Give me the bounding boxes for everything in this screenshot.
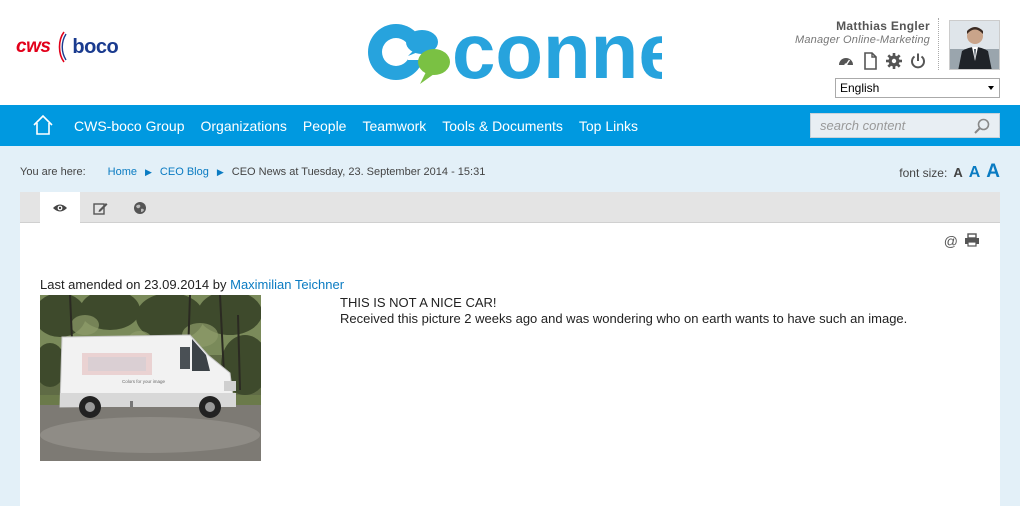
connect-logo-text: connect [452,7,662,92]
avatar[interactable] [949,20,1000,70]
breadcrumb: You are here: Home ▶ CEO Blog ▶ CEO News… [20,166,485,178]
author-link[interactable]: Maximilian Teichner [230,277,344,292]
nav-items: CWS-boco Group Organizations People Team… [74,105,638,146]
article-tools: @ [944,233,980,250]
font-size-medium-button[interactable]: A [969,164,981,182]
amended-prefix: Last amended on 23.09.2014 by [40,277,227,292]
nav-item-tools-documents[interactable]: Tools & Documents [442,118,563,134]
nav-item-cws-boco-group[interactable]: CWS-boco Group [74,118,184,134]
cws-boco-logo[interactable]: cws boco [16,30,119,64]
language-selected: English [840,81,880,95]
main-nav: CWS-boco Group Organizations People Team… [0,105,1020,146]
cws-logo-text: cws [16,36,51,57]
last-amended: Last amended on 23.09.2014 by Maximilian… [40,277,344,292]
tab-bar [20,192,1000,224]
user-toolbar [837,52,927,70]
home-icon[interactable] [32,114,54,136]
tab-edit[interactable] [80,192,120,223]
email-icon[interactable]: @ [944,233,958,250]
boco-logo-text: boco [72,35,119,58]
user-info: Matthias Engler Manager Online-Marketing [795,19,930,46]
article-line-1: THIS IS NOT A NICE CAR! [340,295,497,310]
font-size-control: font size: A A A [899,161,1000,183]
breadcrumb-arrow-icon: ▶ [145,166,152,177]
globe-icon [134,201,146,214]
logo-swoosh-icon [59,31,68,63]
connect-logo[interactable]: connect [362,6,662,92]
nav-item-organizations[interactable]: Organizations [200,118,286,134]
article-panel: @ Last amended on 23.09.2014 by Maximili… [20,223,1000,506]
nav-item-teamwork[interactable]: Teamwork [362,118,426,134]
gear-icon[interactable] [885,52,903,70]
user-role: Manager Online-Marketing [794,34,930,46]
breadcrumb-prefix: You are here: [20,166,86,178]
edit-icon [92,202,107,215]
print-icon[interactable] [964,233,980,250]
font-size-large-button[interactable]: A [986,161,1000,183]
header: cws boco connect Matthias Engler Manager… [0,0,1020,105]
user-name[interactable]: Matthias Engler [795,19,930,33]
search-box [810,113,1000,138]
nav-item-people[interactable]: People [303,118,347,134]
chevron-down-icon [988,86,994,90]
tab-view[interactable] [40,192,80,224]
article-photo[interactable]: Colors for your image [40,295,261,461]
dashboard-icon[interactable] [837,52,855,70]
breadcrumb-ceo-blog[interactable]: CEO Blog [160,166,209,178]
font-size-small-button[interactable]: A [953,165,962,180]
breadcrumb-current: CEO News at Tuesday, 23. September 2014 … [231,166,486,178]
breadcrumb-arrow-icon: ▶ [216,166,224,177]
tab-public[interactable] [120,192,160,223]
eye-icon [53,204,67,212]
power-icon[interactable] [909,52,927,70]
font-size-label: font size: [899,166,948,180]
user-divider [938,18,939,70]
search-icon[interactable] [973,117,991,135]
document-icon[interactable] [861,52,879,70]
article-body: THIS IS NOT A NICE CAR! Received this pi… [340,295,907,327]
nav-item-top-links[interactable]: Top Links [579,118,638,134]
language-select[interactable]: English [835,78,1000,98]
article-line-2: Received this picture 2 weeks ago and wa… [340,311,908,326]
search-input[interactable] [811,114,961,137]
van-lettering: Colors for your image [122,379,166,384]
breadcrumb-home[interactable]: Home [108,166,137,178]
